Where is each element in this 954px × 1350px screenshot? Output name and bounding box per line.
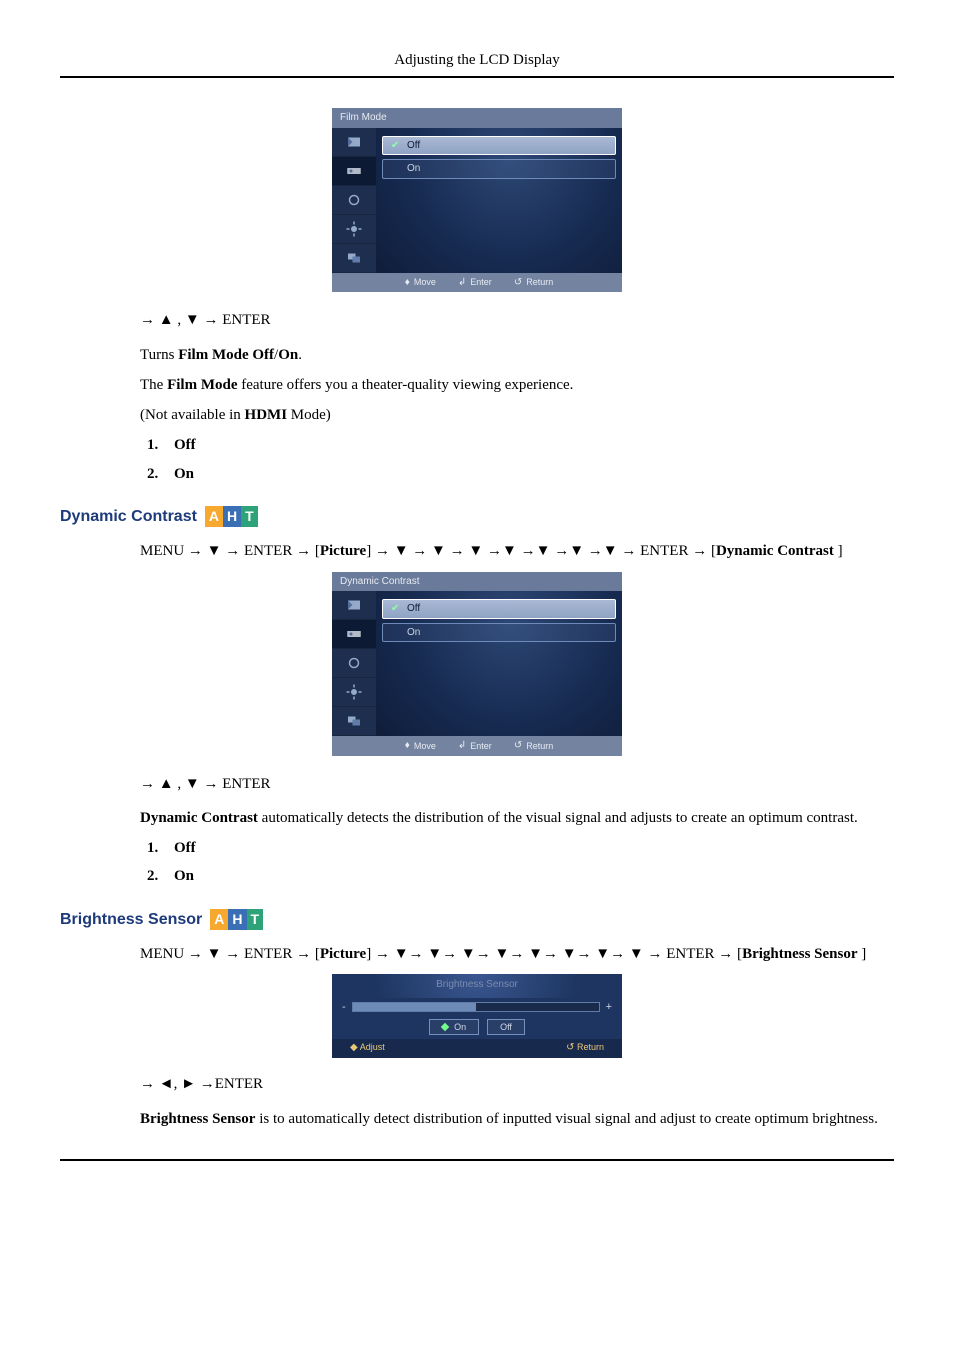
dynamic-contrast-desc: Dynamic Contrast automatically detects t… (140, 808, 894, 828)
list-item: Off (162, 435, 894, 455)
sidebar-multi-icon (332, 707, 376, 736)
osd-title: Brightness Sensor (332, 974, 622, 998)
brightness-off-button[interactable]: Off (487, 1019, 525, 1035)
osd-footer: ◆ Adjust ↺ Return (332, 1039, 622, 1059)
osd-dynamic-contrast: Dynamic Contrast ✔Off On ♦Move ↲Enter ↺R… (60, 572, 894, 756)
nav-instruction: → ◄, ► →ENTER (140, 1074, 894, 1094)
section-dynamic-contrast: Dynamic Contrast AHT (60, 506, 894, 528)
enter-icon: ↲ (458, 276, 466, 290)
osd-sidebar (332, 128, 376, 273)
adjust-icon: ◆ (350, 1042, 358, 1053)
bar-minus: - (342, 1000, 346, 1015)
menu-path-dynamic-contrast: MENU → ▼ → ENTER → [Picture] → ▼ → ▼ → ▼… (140, 541, 894, 561)
list-item: On (162, 464, 894, 484)
osd-footer: ♦Move ↲Enter ↺Return (332, 736, 622, 756)
move-icon: ♦ (405, 739, 410, 753)
film-mode-desc-2: The Film Mode feature offers you a theat… (140, 375, 894, 395)
osd-option-label: On (407, 162, 420, 176)
osd-sidebar (332, 591, 376, 736)
osd-option-off[interactable]: ✔Off (382, 136, 616, 156)
film-mode-options-list: Off On (140, 435, 894, 484)
osd-option-label: Off (407, 602, 420, 616)
sidebar-sound-icon (332, 186, 376, 215)
sidebar-input-icon (332, 620, 376, 649)
bar-plus: + (606, 1000, 612, 1015)
menu-path-brightness-sensor: MENU → ▼ → ENTER → [Picture] → ▼→ ▼→ ▼→ … (140, 944, 894, 964)
sidebar-picture-icon (332, 591, 376, 620)
osd-option-on[interactable]: On (382, 159, 616, 179)
sidebar-setup-icon (332, 215, 376, 244)
return-icon: ↺ (566, 1042, 574, 1053)
brightness-on-button[interactable]: On (429, 1019, 479, 1035)
list-item: On (162, 866, 894, 886)
list-item: Off (162, 838, 894, 858)
brightness-sensor-desc: Brightness Sensor is to automatically de… (140, 1109, 894, 1129)
osd-brightness-sensor: Brightness Sensor - + On Off ◆ Adjust ↺ … (60, 974, 894, 1058)
osd-title: Film Mode (332, 108, 622, 128)
aht-badge: AHT (205, 506, 258, 527)
return-icon: ↺ (514, 739, 522, 753)
brightness-bar[interactable]: - + (332, 998, 622, 1019)
nav-instruction: → ▲ , ▼ → ENTER (140, 774, 894, 794)
page-header: Adjusting the LCD Display (60, 50, 894, 78)
aht-badge: AHT (210, 909, 263, 930)
footer-divider (60, 1159, 894, 1161)
film-mode-desc-1: Turns Film Mode Off/On. (140, 345, 894, 365)
return-icon: ↺ (514, 276, 522, 290)
nav-instruction: → ▲ , ▼ → ENTER (140, 310, 894, 330)
osd-title: Dynamic Contrast (332, 572, 622, 592)
osd-main-panel: ✔Off On (376, 591, 622, 736)
osd-option-off[interactable]: ✔Off (382, 599, 616, 619)
section-brightness-sensor: Brightness Sensor AHT (60, 909, 894, 931)
enter-icon: ↲ (458, 739, 466, 753)
sidebar-picture-icon (332, 128, 376, 157)
osd-film-mode: Film Mode ✔Off On ♦Move ↲Enter ↺Return (60, 108, 894, 292)
osd-option-label: On (407, 626, 420, 640)
film-mode-desc-3: (Not available in HDMI Mode) (140, 405, 894, 425)
sidebar-input-icon (332, 157, 376, 186)
sidebar-setup-icon (332, 678, 376, 707)
dynamic-contrast-options-list: Off On (140, 838, 894, 887)
move-icon: ♦ (405, 276, 410, 290)
osd-main-panel: ✔Off On (376, 128, 622, 273)
sidebar-sound-icon (332, 649, 376, 678)
osd-option-on[interactable]: On (382, 623, 616, 643)
sidebar-multi-icon (332, 244, 376, 273)
osd-option-label: Off (407, 139, 420, 153)
osd-footer: ♦Move ↲Enter ↺Return (332, 273, 622, 293)
